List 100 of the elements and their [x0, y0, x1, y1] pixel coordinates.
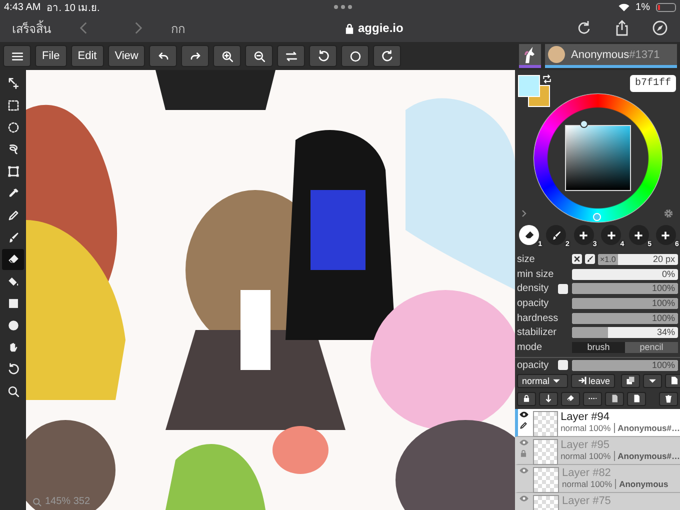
pressure-toggle[interactable]: [558, 360, 568, 370]
plus-icon: [578, 230, 590, 240]
user-avatar: [548, 46, 565, 63]
back-icon[interactable]: [79, 21, 88, 35]
leave-button[interactable]: leave: [570, 374, 616, 388]
layer-blend-info: normal 100%: [560, 450, 611, 460]
setting-label: stabilizer: [517, 327, 556, 338]
pencil-icon: [6, 209, 20, 222]
lock-layer-button[interactable]: [517, 392, 536, 406]
clear-layer-button[interactable]: [561, 392, 580, 406]
new-layer-button[interactable]: [665, 374, 680, 388]
clock-time: 4:43 AM: [4, 2, 41, 12]
dropdown-button[interactable]: [643, 374, 662, 388]
plus-icon: [633, 230, 644, 240]
text-size-button[interactable]: กก: [171, 18, 185, 38]
layer-name: Layer #95: [560, 438, 610, 450]
setting-label: opacity: [517, 360, 549, 371]
pressure-toggle[interactable]: [558, 284, 568, 294]
saturation-square[interactable]: [565, 125, 631, 191]
toolbar-button[interactable]: [245, 45, 274, 67]
unicorn-avatar[interactable]: [519, 44, 541, 68]
brush-icon: [586, 255, 594, 264]
done-button[interactable]: เสร็จสิ้น: [12, 18, 51, 38]
layer-owner: Anonymous#…: [614, 422, 680, 432]
rotate-icon: [6, 363, 20, 376]
zoom-out-icon: [252, 50, 266, 62]
menu-button[interactable]: Edit: [70, 45, 104, 67]
mode-option[interactable]: brush: [572, 342, 625, 353]
menu-button[interactable]: View: [108, 45, 146, 67]
eraser-icon: [524, 230, 534, 240]
setting-slider[interactable]: 100%: [572, 312, 678, 324]
date-text: อา. 10 เม.ย.: [46, 2, 101, 14]
close-button[interactable]: [572, 254, 582, 264]
redo-icon: [188, 50, 202, 62]
toolbar-button[interactable]: [373, 45, 402, 67]
layer-row[interactable]: Layer #94 normal 100% Anonymous#…: [515, 408, 680, 436]
settings-icon[interactable]: [663, 208, 674, 219]
square-icon: [6, 297, 20, 310]
toolbar-button[interactable]: [341, 45, 370, 67]
layer-row[interactable]: Layer #95 normal 100% Anonymous#…: [515, 436, 680, 464]
merge-down-button[interactable]: [539, 392, 558, 406]
rotate-left-icon: [316, 50, 330, 62]
eye-icon[interactable]: [518, 410, 529, 418]
search-icon: [32, 496, 42, 506]
forward-icon[interactable]: [134, 21, 143, 35]
slider-value: 100%: [652, 298, 675, 309]
layer-thumbnail: [533, 466, 559, 492]
duplicate-layer-button[interactable]: [621, 374, 640, 388]
slider-value: 20 px: [652, 254, 675, 265]
zoom-icon: [6, 385, 20, 398]
compass-icon[interactable]: [652, 20, 668, 36]
setting-slider[interactable]: 34%: [572, 327, 678, 338]
toolbar-button[interactable]: [181, 45, 210, 67]
slider-value: 100%: [652, 283, 675, 294]
tool-button[interactable]: [2, 249, 24, 270]
brush-pressure-button[interactable]: [585, 254, 595, 264]
menu-button[interactable]: [3, 45, 31, 67]
layer-name: Layer #94: [560, 410, 610, 422]
mode-option[interactable]: pencil: [625, 342, 678, 353]
multitask-dots-icon[interactable]: [334, 5, 352, 9]
swap-colors-icon[interactable]: [542, 74, 552, 84]
setting-slider[interactable]: 100%: [572, 298, 678, 309]
circle-icon: [6, 319, 20, 332]
slider-value: 100%: [652, 360, 675, 371]
layer-name: Layer #75: [562, 494, 611, 506]
menu-button[interactable]: File: [35, 45, 67, 67]
setting-label: density: [517, 283, 549, 294]
slider-value: 0%: [662, 268, 675, 280]
undo-icon: [156, 50, 170, 62]
layer-row[interactable]: Layer #82 normal 100% Anonymous: [515, 464, 680, 492]
copy-icon: [626, 376, 636, 385]
setting-slider[interactable]: ×1.0 20 px: [598, 254, 678, 265]
share-icon[interactable]: [614, 20, 630, 36]
multiplier-text: ×1.0: [598, 254, 618, 265]
eraser-icon: [6, 253, 20, 266]
paint-bucket-icon: [6, 275, 20, 288]
blend-mode-dropdown[interactable]: normal: [517, 374, 568, 388]
toolbar-button[interactable]: [213, 45, 242, 67]
page-icon: [670, 376, 680, 385]
reload-icon[interactable]: [576, 20, 592, 36]
chevron-icon[interactable]: [521, 209, 527, 218]
import-button[interactable]: [605, 392, 624, 406]
address-text[interactable]: aggie.io: [358, 21, 404, 35]
layer-opacity-slider[interactable]: 100%: [572, 360, 678, 371]
export-button[interactable]: [627, 392, 646, 406]
hex-color-field[interactable]: b7f1ff: [630, 75, 676, 92]
toolbar-button[interactable]: [309, 45, 338, 67]
delete-layer-button[interactable]: [659, 392, 678, 406]
setting-label: min size: [517, 268, 554, 280]
user-badge[interactable]: Anonymous#1371: [545, 44, 677, 68]
primary-color-swatch[interactable]: [518, 75, 540, 97]
slider-value: 100%: [652, 312, 675, 324]
more-button[interactable]: [583, 392, 602, 406]
setting-slider[interactable]: 100%: [572, 283, 678, 294]
layer-thumbnail: [532, 438, 558, 464]
toolbar-button[interactable]: [149, 45, 178, 67]
setting-slider[interactable]: 0%: [572, 268, 678, 280]
brush-icon: [550, 230, 562, 240]
zoom-in-icon: [220, 50, 234, 62]
toolbar-button[interactable]: [277, 45, 306, 67]
